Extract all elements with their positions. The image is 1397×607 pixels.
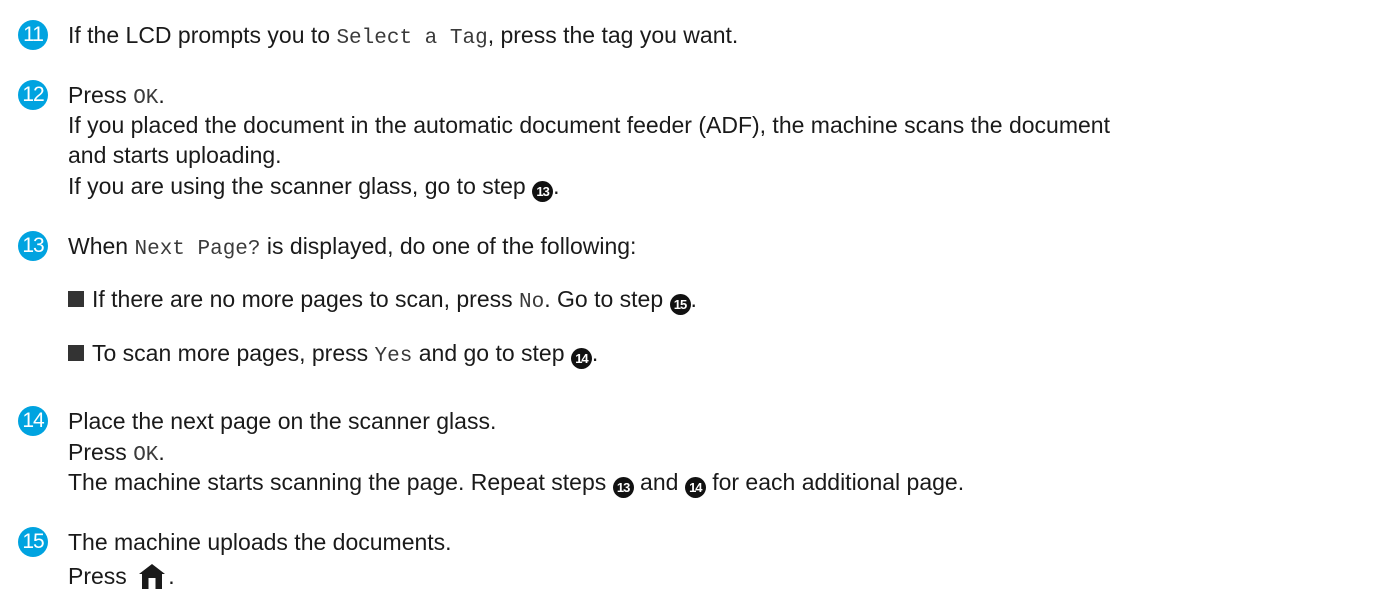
- step-ref-14[interactable]: 14: [570, 348, 592, 369]
- square-bullet-icon: [68, 345, 84, 361]
- step-text: The machine starts scanning the page. Re…: [68, 467, 964, 498]
- square-bullet-icon: [68, 291, 84, 307]
- lcd-text: OK: [133, 87, 159, 110]
- lcd-text: OK: [133, 444, 159, 467]
- step-text: When Next Page? is displayed, do one of …: [68, 233, 637, 261]
- step-ref-15[interactable]: 15: [669, 294, 691, 315]
- step-text: Place the next page on the scanner glass…: [68, 408, 497, 434]
- bullet-item: If there are no more pages to scan, pres…: [68, 284, 697, 318]
- step-text: If you placed the document in the automa…: [68, 112, 1110, 138]
- step-number: 13: [18, 231, 48, 261]
- step-text: The machine uploads the documents.: [68, 529, 452, 555]
- step-text: Press OK.: [68, 82, 165, 110]
- step-text: and starts uploading.: [68, 142, 282, 168]
- step-number: 14: [18, 406, 48, 436]
- home-icon: [136, 561, 169, 591]
- step-text: If you are using the scanner glass, go t…: [68, 171, 560, 202]
- step-number: 11: [18, 20, 48, 50]
- step-number: 12: [18, 80, 48, 110]
- step-text: Press .: [68, 561, 175, 591]
- lcd-text: Select a Tag: [336, 27, 488, 50]
- step-text: If the LCD prompts you to Select a Tag, …: [68, 22, 739, 50]
- step-ref-14[interactable]: 14: [684, 477, 706, 498]
- lcd-text: No: [519, 291, 545, 314]
- lcd-text: Next Page?: [134, 238, 261, 261]
- bullet-item: To scan more pages, press Yes and go to …: [68, 338, 598, 372]
- step-text: Press OK.: [68, 439, 165, 467]
- step-ref-13[interactable]: 13: [532, 181, 554, 202]
- step-ref-13[interactable]: 13: [612, 477, 634, 498]
- lcd-text: Yes: [374, 345, 413, 368]
- step-number: 15: [18, 527, 48, 557]
